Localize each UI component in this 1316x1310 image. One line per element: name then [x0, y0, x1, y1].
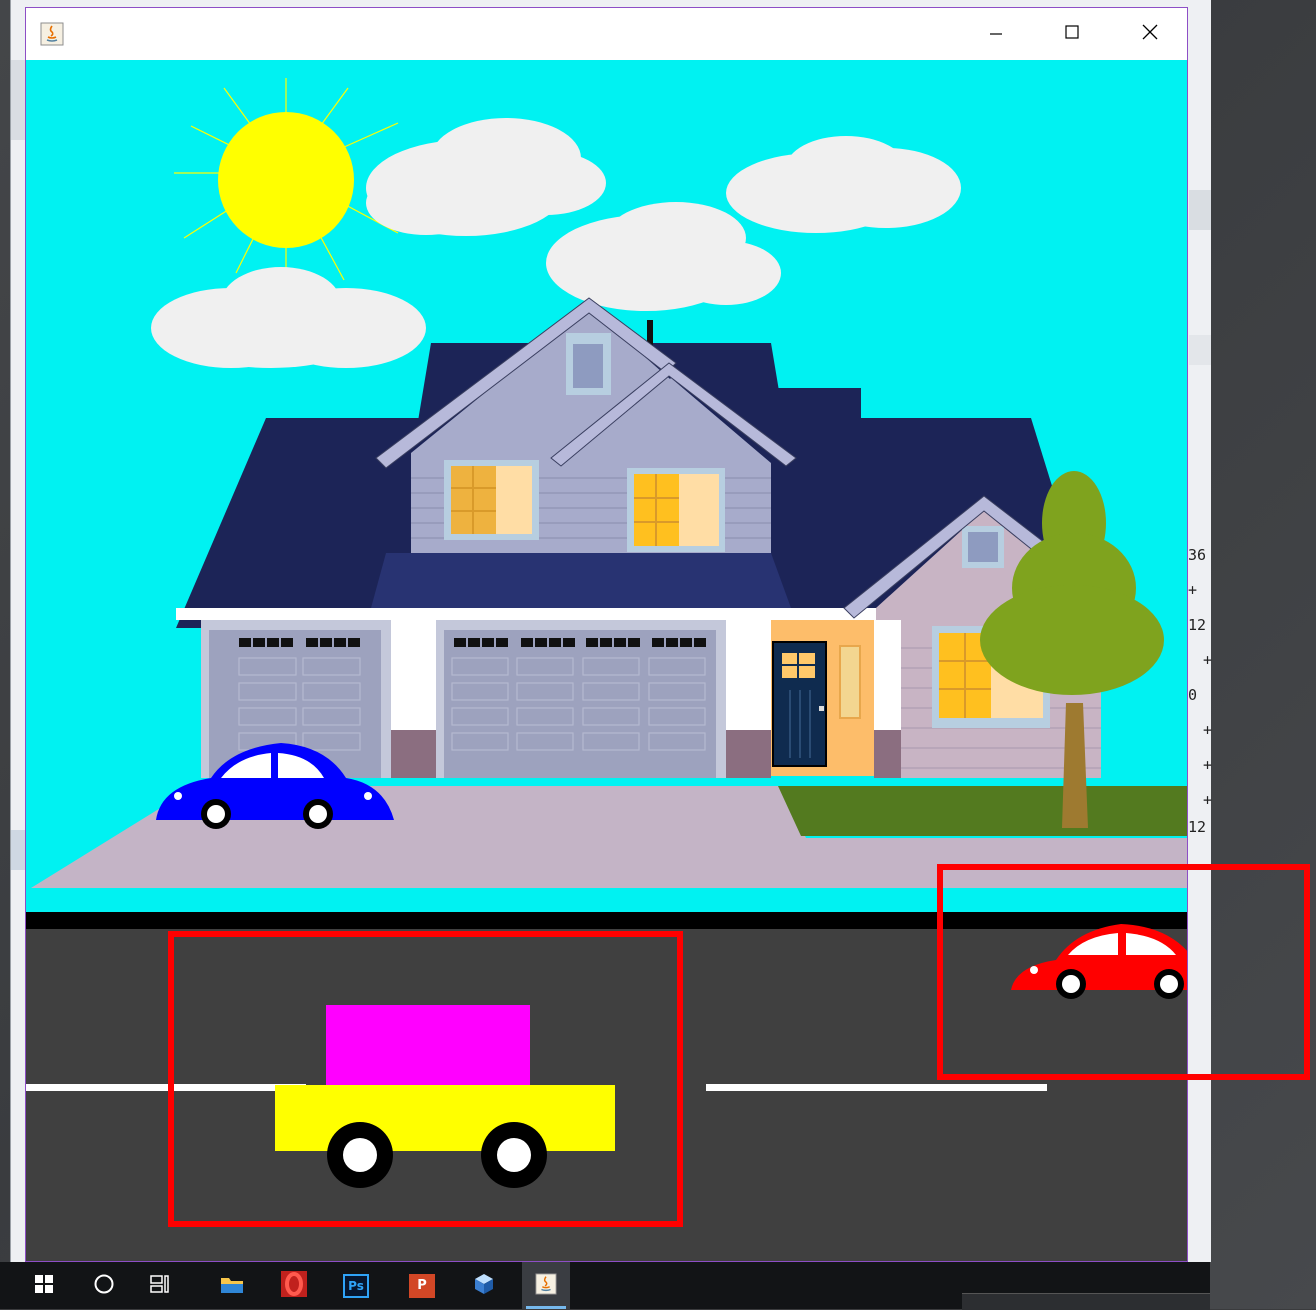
minimize-icon [988, 24, 1004, 44]
minimize-button[interactable] [964, 8, 1028, 60]
sidelight [839, 645, 861, 719]
java-icon [40, 22, 64, 46]
code-fragment: + [1203, 721, 1213, 739]
highlight-box-truck [168, 931, 683, 1227]
start-button[interactable] [20, 1262, 68, 1309]
lawn [778, 786, 1187, 836]
close-icon [1141, 23, 1159, 45]
wall-base [391, 730, 436, 785]
title-bar[interactable] [26, 8, 1187, 60]
right-wing-attic-window [968, 532, 998, 562]
code-fragment: + [1203, 756, 1213, 774]
porch-post-base [874, 730, 901, 785]
wall-white [391, 620, 436, 730]
code-fragment: + [1188, 581, 1198, 599]
task-view-icon [149, 1273, 171, 1299]
folder-icon [219, 1273, 245, 1299]
maximize-button[interactable] [1040, 8, 1104, 60]
code-fragment: + [1203, 791, 1213, 809]
opera-icon [281, 1270, 307, 1301]
search-button[interactable] [80, 1262, 128, 1309]
porch-roof [371, 553, 791, 608]
door-knob [819, 706, 824, 711]
cube-icon [472, 1272, 496, 1300]
sun [218, 112, 354, 248]
cortana-circle-icon [93, 1273, 115, 1299]
wall-base [726, 730, 771, 785]
windows-icon [34, 1274, 54, 1298]
photoshop-icon: Ps [343, 1273, 369, 1298]
highlight-box-red-car [937, 864, 1310, 1080]
desktop-bottom-fragment [962, 1293, 1210, 1310]
photoshop-button[interactable]: Ps [332, 1262, 380, 1309]
upper-window-light [679, 474, 719, 546]
file-explorer-button[interactable] [208, 1262, 256, 1309]
roof-block [771, 388, 861, 428]
code-fragment: + [1203, 651, 1213, 669]
opera-button[interactable] [270, 1262, 318, 1309]
code-fragment: 0 [1188, 686, 1198, 704]
porch-post [874, 620, 901, 730]
java-app-taskbar-button[interactable] [522, 1262, 570, 1309]
code-fragment: 12 [1188, 818, 1207, 836]
wall-white [726, 620, 771, 730]
ide-panel-fragment [1189, 335, 1211, 365]
attic-window [573, 344, 603, 388]
virtualbox-button[interactable] [460, 1262, 508, 1309]
java-icon [535, 1272, 557, 1299]
ide-gutter [11, 60, 26, 140]
ide-scroll-fragment [11, 830, 26, 870]
lane-marking [706, 1084, 1047, 1091]
ide-toolbar-fragment [1189, 190, 1211, 230]
close-button[interactable] [1118, 8, 1182, 60]
upper-window-light [496, 466, 532, 534]
powerpoint-button[interactable]: P [398, 1262, 446, 1309]
powerpoint-icon: P [409, 1273, 435, 1298]
code-fragment: 12 [1188, 616, 1207, 634]
task-view-button[interactable] [136, 1262, 184, 1309]
maximize-icon [1064, 24, 1080, 44]
code-fragment: 36 [1188, 546, 1207, 564]
